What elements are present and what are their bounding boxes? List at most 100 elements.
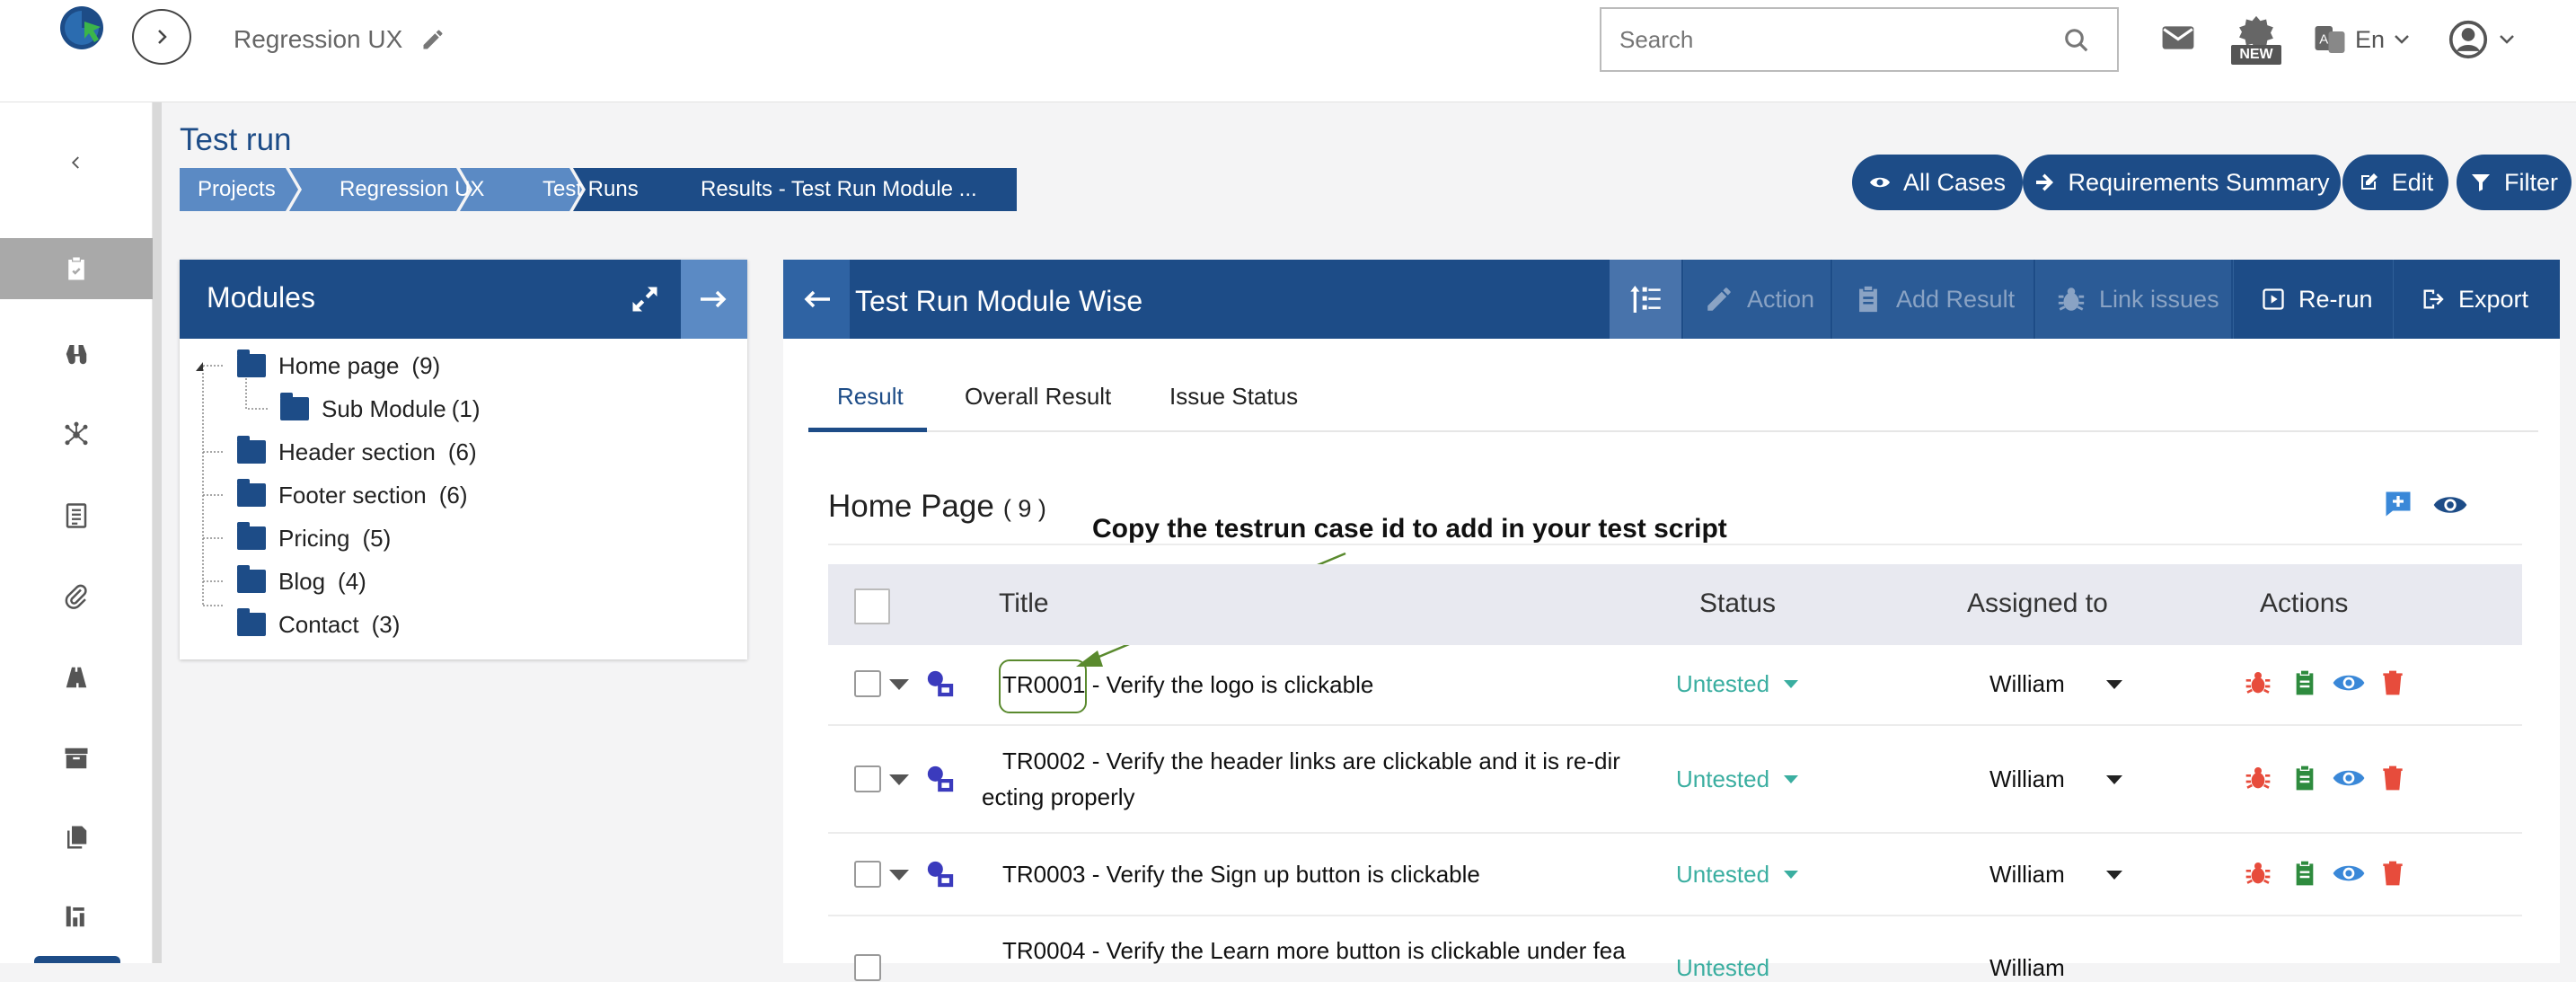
case-title[interactable]: TR0003 - Verify the Sign up button is cl… xyxy=(1002,856,1480,892)
sidebar-item-reports[interactable] xyxy=(0,889,153,943)
folder-icon xyxy=(237,479,266,507)
caret-down-icon xyxy=(1784,871,1799,879)
breadcrumb-item-regression-ux[interactable]: Regression UX xyxy=(322,168,484,211)
modules-title: Modules xyxy=(207,281,315,314)
pencil-icon xyxy=(1707,288,1731,311)
trash-icon[interactable] xyxy=(2378,668,2407,697)
tab-result[interactable]: Result xyxy=(837,383,904,411)
case-title[interactable]: TR0004 - Verify the Learn more button is… xyxy=(1002,933,1626,969)
search-input[interactable] xyxy=(1619,23,2051,56)
sort-tree-icon xyxy=(1630,286,1661,313)
sidebar-collapse-button[interactable] xyxy=(0,144,153,181)
sidebar-item-attachments[interactable] xyxy=(0,570,153,624)
edit-button[interactable]: Edit xyxy=(2342,155,2448,210)
eye-icon[interactable] xyxy=(2332,764,2366,792)
trash-icon[interactable] xyxy=(2378,859,2407,888)
add-result-button[interactable]: Add Result xyxy=(1832,260,2033,339)
column-header-actions: Actions xyxy=(2260,588,2349,618)
status-dropdown[interactable]: Untested xyxy=(1676,861,1799,889)
modules-collapse-button[interactable] xyxy=(681,260,747,339)
report-chart-icon xyxy=(66,906,84,927)
export-button[interactable]: Export xyxy=(2393,260,2560,339)
sidebar-item-explore[interactable] xyxy=(0,327,153,381)
expand-caret-icon[interactable] xyxy=(889,870,909,880)
breadcrumb-item-test-runs[interactable]: Test Runs xyxy=(525,168,639,211)
case-id[interactable]: TR0004 xyxy=(1002,937,1086,964)
tree-item-pricing[interactable]: Pricing (5) xyxy=(237,520,391,556)
status-dropdown[interactable]: Untested xyxy=(1676,765,1799,793)
expand-caret-icon[interactable] xyxy=(889,774,909,785)
sidebar-item-roadmap[interactable] xyxy=(0,650,153,704)
app-logo[interactable] xyxy=(57,4,106,52)
rerun-label: Re-run xyxy=(2298,285,2373,313)
bug-icon[interactable] xyxy=(2244,859,2272,888)
tree-item-sub-module[interactable]: Sub Module (1) xyxy=(280,391,481,427)
clipboard-icon[interactable] xyxy=(2290,764,2319,792)
select-all-checkbox[interactable] xyxy=(854,588,890,624)
breadcrumb-item-projects[interactable]: Projects xyxy=(180,168,276,211)
filter-button[interactable]: Filter xyxy=(2457,155,2572,210)
eye-icon[interactable] xyxy=(2332,668,2366,697)
tab-overall-result[interactable]: Overall Result xyxy=(965,383,1111,411)
back-button[interactable] xyxy=(783,260,850,339)
search-icon[interactable] xyxy=(2063,27,2090,54)
rerun-button[interactable]: Re-run xyxy=(2233,260,2391,339)
section-heading: Home Page ( 9 ) xyxy=(828,489,1046,525)
tree-item-footer-section[interactable]: Footer section (6) xyxy=(237,477,468,513)
row-checkbox[interactable] xyxy=(854,765,881,792)
sidebar-item-integrations[interactable] xyxy=(0,408,153,462)
expand-caret-icon[interactable] xyxy=(889,679,909,690)
tree-item-home-page[interactable]: Home page (9) xyxy=(237,348,440,384)
sort-tree-button[interactable] xyxy=(1610,260,1681,339)
bug-icon[interactable] xyxy=(2244,668,2272,697)
sidebar-item-test-cases[interactable] xyxy=(0,489,153,543)
assignee-dropdown-icon[interactable] xyxy=(2106,871,2122,880)
row-checkbox[interactable] xyxy=(854,670,881,697)
tree-item-count: (3) xyxy=(371,610,401,638)
bug-icon[interactable] xyxy=(2244,764,2272,792)
status-dropdown[interactable]: Untested xyxy=(1676,670,1799,698)
status-value: Untested xyxy=(1676,765,1770,792)
tab-issue-status[interactable]: Issue Status xyxy=(1169,383,1298,411)
all-cases-button[interactable]: All Cases xyxy=(1852,155,2023,210)
language-label: En xyxy=(2355,25,2386,53)
requirements-summary-button[interactable]: Requirements Summary xyxy=(2023,155,2341,210)
link-issues-button[interactable]: Link issues xyxy=(2035,260,2231,339)
case-title[interactable]: TR0002 - Verify the header links are cli… xyxy=(1002,743,1620,779)
mail-icon[interactable] xyxy=(2161,23,2195,52)
case-title-text: - Verify the header links are clickable … xyxy=(1085,748,1620,774)
folder-icon xyxy=(280,393,309,420)
tree-item-blog[interactable]: Blog (4) xyxy=(237,563,366,599)
row-checkbox[interactable] xyxy=(854,861,881,888)
eye-icon[interactable] xyxy=(2432,490,2468,520)
sidebar-item-archive[interactable] xyxy=(0,731,153,785)
whats-new-icon[interactable]: NEW xyxy=(2231,14,2281,65)
clipboard-icon[interactable] xyxy=(2290,859,2319,888)
language-selector[interactable]: A En xyxy=(2314,22,2410,58)
case-title[interactable]: TR0001 - Verify the logo is clickable xyxy=(1002,667,1373,703)
expand-icon[interactable] xyxy=(629,283,661,315)
row-checkbox[interactable] xyxy=(854,954,881,981)
case-id[interactable]: TR0003 xyxy=(1002,861,1086,888)
sidebar-toggle-button[interactable] xyxy=(132,9,191,65)
sidebar-scrollbar[interactable] xyxy=(153,102,162,963)
tree-item-header-section[interactable]: Header section (6) xyxy=(237,434,477,470)
sidebar-item-documents[interactable] xyxy=(0,810,153,864)
assignee-dropdown-icon[interactable] xyxy=(2106,775,2122,784)
status-dropdown[interactable]: Untested xyxy=(1676,954,1769,982)
case-id[interactable]: TR0001 xyxy=(1002,671,1086,698)
case-id[interactable]: TR0002 xyxy=(1002,748,1086,774)
edit-pencil-icon[interactable] xyxy=(420,27,446,52)
panel-header: Test Run Module Wise Action Add Result L… xyxy=(783,260,2560,339)
add-case-icon[interactable] xyxy=(2382,488,2414,520)
trash-icon[interactable] xyxy=(2378,764,2407,792)
column-header-status: Status xyxy=(1699,588,1777,618)
tree-item-contact[interactable]: Contact (3) xyxy=(237,606,400,642)
tree-item-count: (5) xyxy=(362,524,392,552)
action-button[interactable]: Action xyxy=(1683,260,1831,339)
user-menu[interactable] xyxy=(2448,18,2515,61)
sidebar-item-test-runs[interactable] xyxy=(0,238,153,299)
clipboard-icon[interactable] xyxy=(2290,668,2319,697)
assignee-dropdown-icon[interactable] xyxy=(2106,680,2122,689)
eye-icon[interactable] xyxy=(2332,859,2366,888)
